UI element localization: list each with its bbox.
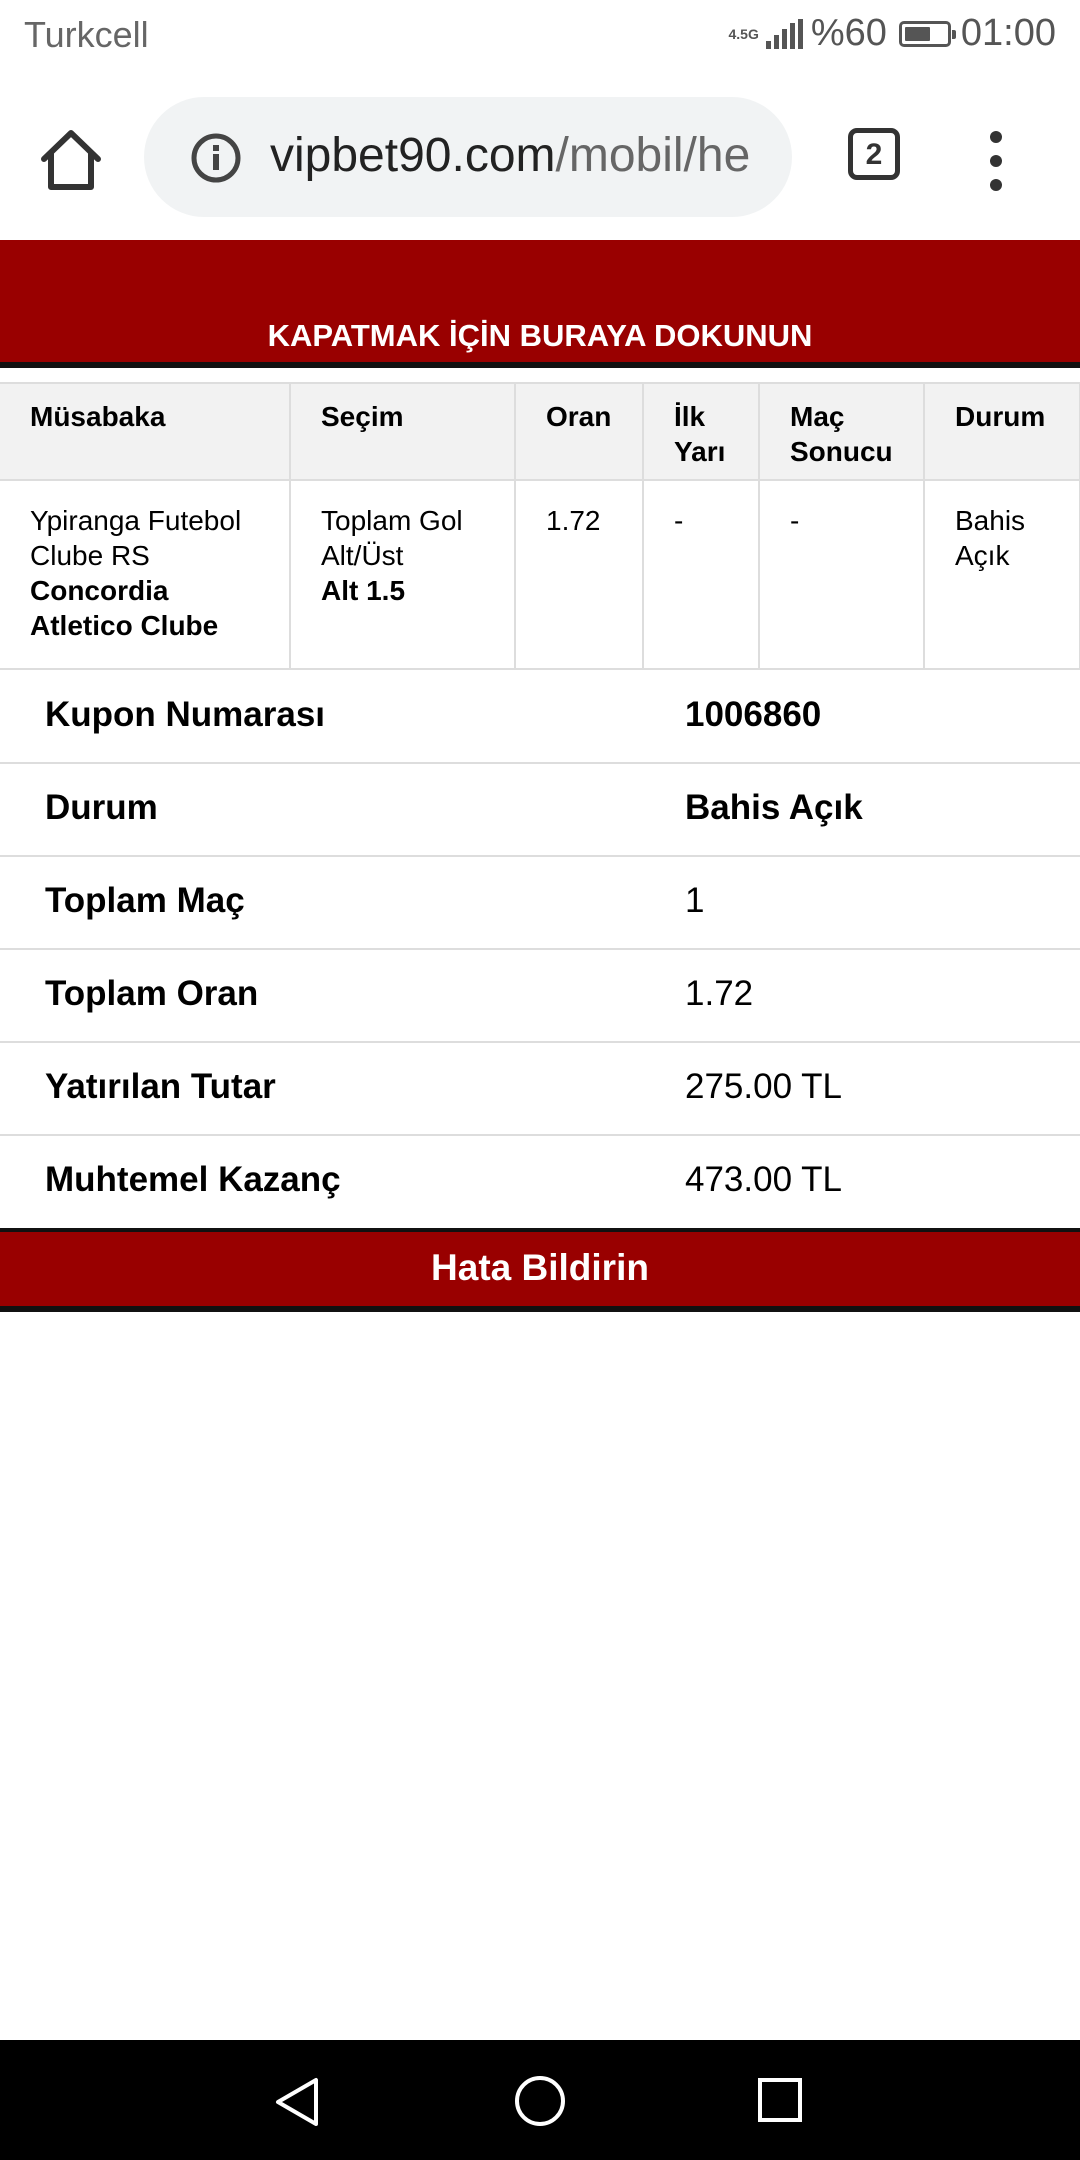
market-name: Toplam Gol Alt/Üst xyxy=(321,505,463,571)
away-team: Concordia Atletico Clube xyxy=(30,575,219,641)
summary-row-total-matches: Toplam Maç 1 xyxy=(0,857,1080,950)
col-header-full-time: Maç Sonucu xyxy=(758,382,925,481)
coupon-number-value: 1006860 xyxy=(685,695,822,734)
url-text[interactable]: vipbet90.com/mobil/he xyxy=(270,128,750,183)
bet-table: Müsabaka Seçim Oran İlk Yarı Maç Sonucu … xyxy=(0,382,1080,670)
home-team: Ypiranga Futebol Clube RS xyxy=(30,505,242,571)
battery-percent: %60 xyxy=(810,12,887,54)
browser-toolbar: vipbet90.com/mobil/he 2 xyxy=(0,75,1080,240)
summary-row-total-odds: Toplam Oran 1.72 xyxy=(0,950,1080,1043)
close-banner-label: KAPATMAK İÇİN BURAYA DOKUNUN xyxy=(267,318,813,353)
col-header-selection: Seçim xyxy=(289,382,516,481)
status-label: Durum xyxy=(45,788,158,827)
status-cell: Bahis Açık xyxy=(923,479,1080,670)
coupon-summary: Kupon Numarası 1006860 Durum Bahis Açık … xyxy=(0,671,1080,1229)
signal-icon xyxy=(763,18,803,49)
table-row: Ypiranga Futebol Clube RS Concordia Atle… xyxy=(0,479,1080,670)
home-icon[interactable] xyxy=(36,125,106,195)
system-nav-bar xyxy=(0,2040,1080,2160)
total-odds-label: Toplam Oran xyxy=(45,974,259,1013)
odds-cell: 1.72 xyxy=(514,479,644,670)
home-nav-icon[interactable] xyxy=(512,2073,568,2129)
total-matches-label: Toplam Maç xyxy=(45,881,245,920)
stake-value: 275.00 TL xyxy=(685,1067,842,1106)
url-domain: vipbet90.com xyxy=(270,129,556,182)
potential-win-label: Muhtemel Kazanç xyxy=(45,1160,341,1199)
info-icon[interactable] xyxy=(190,132,242,184)
tab-switcher-button[interactable]: 2 xyxy=(848,128,900,180)
total-matches-value: 1 xyxy=(685,881,705,920)
summary-row-potential-win: Muhtemel Kazanç 473.00 TL xyxy=(0,1136,1080,1229)
potential-win-value: 473.00 TL xyxy=(685,1160,842,1199)
coupon-number-label: Kupon Numarası xyxy=(45,695,326,734)
first-half-cell: - xyxy=(642,479,760,670)
status-icons: 4.5G %60 01:00 xyxy=(728,12,1056,55)
selection-cell: Toplam Gol Alt/Üst Alt 1.5 xyxy=(289,479,516,670)
total-odds-value: 1.72 xyxy=(685,974,754,1013)
full-time-cell: - xyxy=(758,479,925,670)
url-path: /mobil/he xyxy=(555,129,751,182)
clock: 01:00 xyxy=(960,12,1056,54)
recent-apps-icon[interactable] xyxy=(756,2076,804,2124)
report-error-button[interactable]: Hata Bildirin xyxy=(0,1228,1080,1312)
close-banner[interactable]: KAPATMAK İÇİN BURAYA DOKUNUN xyxy=(0,240,1080,368)
summary-row-stake: Yatırılan Tutar 275.00 TL xyxy=(0,1043,1080,1136)
network-type: 4.5G xyxy=(728,25,759,42)
col-header-match: Müsabaka xyxy=(0,382,291,481)
battery-icon xyxy=(898,20,956,47)
stake-label: Yatırılan Tutar xyxy=(45,1067,276,1106)
back-icon[interactable] xyxy=(272,2075,326,2129)
carrier-name: Turkcell xyxy=(24,14,149,55)
selection-value: Alt 1.5 xyxy=(321,575,406,606)
status-bar: Turkcell 4.5G %60 01:00 xyxy=(0,0,1080,75)
col-header-first-half: İlk Yarı xyxy=(642,382,760,481)
col-header-status: Durum xyxy=(923,382,1080,481)
more-options-icon[interactable] xyxy=(984,131,1008,191)
col-header-odds: Oran xyxy=(514,382,644,481)
status-value: Bahis Açık xyxy=(685,788,863,827)
table-header-row: Müsabaka Seçim Oran İlk Yarı Maç Sonucu … xyxy=(0,382,1080,481)
summary-row-coupon-number: Kupon Numarası 1006860 xyxy=(0,671,1080,764)
address-bar[interactable]: vipbet90.com/mobil/he xyxy=(144,97,792,217)
match-cell: Ypiranga Futebol Clube RS Concordia Atle… xyxy=(0,479,291,670)
summary-row-status: Durum Bahis Açık xyxy=(0,764,1080,857)
